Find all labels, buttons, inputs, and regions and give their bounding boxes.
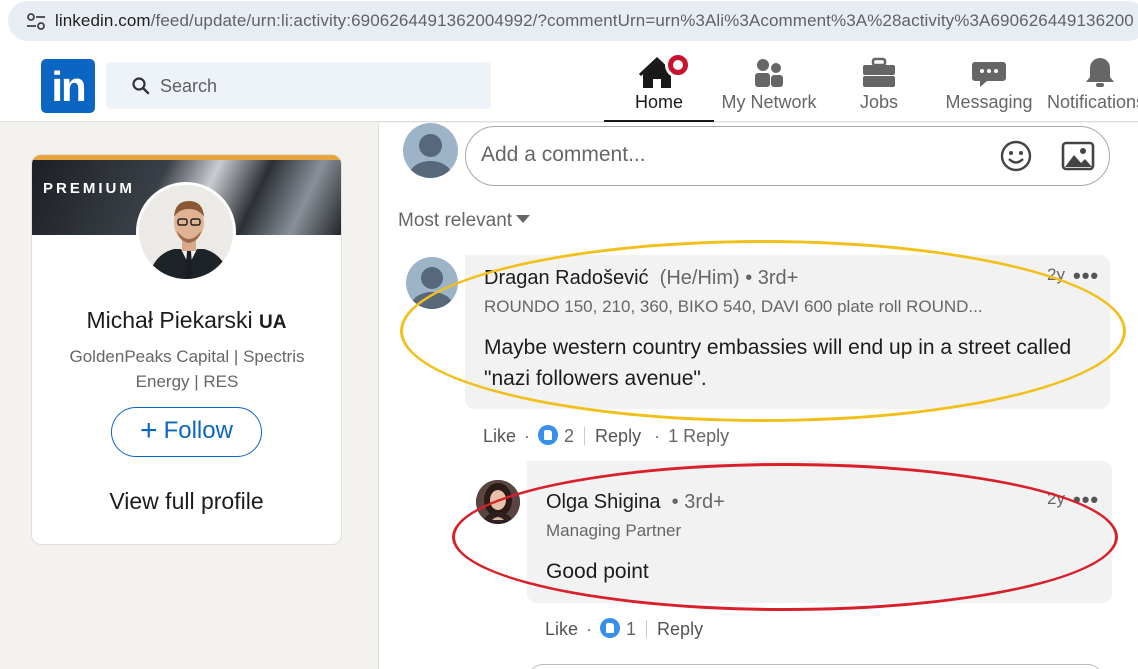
follow-button-label: Follow <box>163 417 233 444</box>
author-headline: Managing Partner <box>546 521 682 540</box>
comment-time: 2y <box>1047 265 1065 284</box>
profile-name-suffix: UA <box>259 312 287 333</box>
briefcase-icon <box>859 54 899 92</box>
author-headline: ROUNDO 150, 210, 360, BIKO 540, DAVI 600… <box>484 297 983 316</box>
replies-count-link[interactable]: 1 Reply <box>668 426 729 446</box>
comment-box[interactable] <box>465 126 1110 186</box>
profile-name[interactable]: Michał Piekarski UA <box>32 307 341 334</box>
search-bar[interactable] <box>106 62 491 109</box>
like-button[interactable]: Like <box>483 426 516 447</box>
profile-headline: GoldenPeaks Capital | Spectris Energy | … <box>69 347 305 391</box>
nav-jobs-label: Jobs <box>859 92 899 112</box>
like-button[interactable]: Like <box>545 619 578 640</box>
current-user-avatar[interactable] <box>403 123 458 178</box>
comment-author[interactable]: Dragan Radošević (He/Him) • 3rd+ <box>484 267 798 290</box>
network-icon <box>749 54 789 92</box>
profile-name-text: Michał Piekarski <box>86 307 253 333</box>
reply-author-avatar[interactable] <box>476 480 520 524</box>
reaction-count[interactable]: 2 <box>564 426 574 446</box>
plus-icon: + <box>140 414 158 447</box>
view-full-profile-link[interactable]: View full profile <box>32 488 341 515</box>
emoji-icon[interactable] <box>999 139 1033 173</box>
nav-messaging-label: Messaging <box>945 92 1033 112</box>
reply-author[interactable]: Olga Shigina • 3rd+ <box>546 491 725 514</box>
image-icon[interactable] <box>1061 140 1095 172</box>
comment-bubble: Dragan Radošević (He/Him) • 3rd+ ROUNDO … <box>465 255 1110 409</box>
browser-address-bar: linkedin.com/feed/update/urn:li:activity… <box>0 0 1138 46</box>
comment-actions: Like · 2 Reply · 1 Reply <box>483 425 730 447</box>
reply-button[interactable]: Reply <box>657 619 703 640</box>
url-host: linkedin.com <box>55 11 151 30</box>
more-options-icon[interactable]: ••• <box>1073 265 1099 287</box>
url-path: /feed/update/urn:li:activity:69062644913… <box>150 11 1134 30</box>
reply-time: 2y <box>1047 489 1065 508</box>
like-reaction-icon[interactable] <box>600 618 621 638</box>
nav-notifications-label: Notifications <box>1047 92 1138 112</box>
reply-actions: Like · 1 Reply <box>545 618 704 640</box>
more-options-icon[interactable]: ••• <box>1073 489 1099 511</box>
profile-card: PREMIUM Michał Piekarski UA GoldenPeaks … <box>31 154 342 545</box>
reply-bubble: Olga Shigina • 3rd+ Managing Partner Goo… <box>527 461 1112 603</box>
premium-label: PREMIUM <box>43 180 135 197</box>
linkedin-header: in Home My Network Jobs Messaging <box>0 46 1138 122</box>
linkedin-logo[interactable]: in <box>41 59 95 113</box>
nav-my-network-label: My Network <box>721 92 817 112</box>
reply-text: Good point <box>546 560 649 583</box>
nav-my-network[interactable]: My Network <box>715 54 823 122</box>
nav-home[interactable]: Home <box>604 52 714 122</box>
search-icon <box>132 77 150 95</box>
comments-section: Most relevant Dragan Radošević (He/Him) … <box>378 123 1138 669</box>
caret-down-icon <box>516 215 531 223</box>
sort-dropdown[interactable]: Most relevant <box>398 210 531 232</box>
comment-text: Maybe western country embassies will end… <box>484 336 1072 390</box>
author-pronouns: (He/Him) <box>659 267 740 289</box>
messaging-icon <box>969 54 1009 92</box>
reply-button[interactable]: Reply <box>595 426 641 447</box>
bell-icon <box>1080 54 1120 92</box>
commenter-avatar[interactable] <box>406 257 458 309</box>
connection-degree: • 3rd+ <box>671 491 725 513</box>
like-reaction-icon[interactable] <box>538 425 559 445</box>
nav-jobs[interactable]: Jobs <box>848 54 910 122</box>
author-name: Olga Shigina <box>546 491 661 513</box>
reply-input-box[interactable] <box>528 664 1103 669</box>
nav-messaging[interactable]: Messaging <box>944 54 1034 122</box>
reaction-count[interactable]: 1 <box>626 619 636 639</box>
nav-notifications[interactable]: Notifications <box>1047 54 1138 122</box>
connection-degree: • 3rd+ <box>745 267 799 289</box>
site-settings-icon[interactable] <box>26 13 46 31</box>
notification-badge <box>665 52 691 78</box>
author-name: Dragan Radošević <box>484 267 649 289</box>
url-text[interactable]: linkedin.com/feed/update/urn:li:activity… <box>55 11 1134 31</box>
search-input[interactable] <box>160 72 460 100</box>
nav-home-label: Home <box>634 92 683 112</box>
comment-input[interactable] <box>481 141 961 169</box>
profile-avatar[interactable] <box>136 182 236 282</box>
follow-button[interactable]: + Follow <box>111 407 262 457</box>
home-icon <box>638 52 691 92</box>
sort-label: Most relevant <box>398 210 513 231</box>
